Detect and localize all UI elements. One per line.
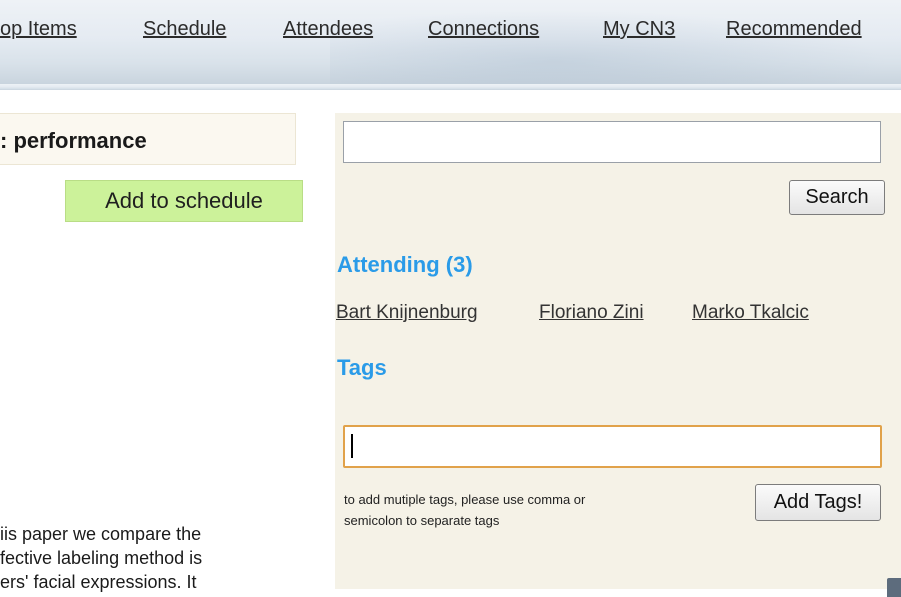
- tags-hint-line: to add mutiple tags, please use comma or: [344, 492, 586, 507]
- paper-title: : performance: [0, 128, 147, 153]
- page: op Items Schedule Attendees Connections …: [0, 0, 901, 597]
- nav-link-attendees[interactable]: Attendees: [283, 18, 373, 41]
- abstract-line: ers' facial expressions. It: [0, 572, 197, 592]
- search-button[interactable]: Search: [789, 180, 885, 215]
- attendee-link[interactable]: Marko Tkalcic: [692, 302, 809, 324]
- nav-divider: [0, 84, 901, 90]
- nav-link-recommended[interactable]: Recommended: [726, 18, 862, 41]
- scrollbar-thumb[interactable]: [887, 578, 901, 597]
- abstract-line: iis paper we compare the: [0, 524, 202, 544]
- nav-link-my-cn3[interactable]: My CN3: [603, 18, 675, 41]
- text-caret: [351, 434, 353, 458]
- tags-heading: Tags: [337, 355, 387, 380]
- attending-heading: Attending (3): [337, 252, 473, 277]
- add-to-schedule-button[interactable]: Add to schedule: [65, 180, 303, 222]
- add-tags-button[interactable]: Add Tags!: [755, 484, 881, 521]
- tags-hint-line: semicolon to separate tags: [344, 513, 500, 528]
- tags-hint: to add mutiple tags, please use comma or…: [344, 489, 585, 531]
- attendee-link[interactable]: Floriano Zini: [539, 302, 644, 324]
- nav-link-top-items[interactable]: op Items: [0, 18, 77, 41]
- tags-input[interactable]: [343, 425, 882, 468]
- abstract-line: fective labeling method is: [0, 548, 203, 568]
- paper-abstract: iis paper we compare the fective labelin…: [0, 522, 300, 594]
- top-navigation: [0, 0, 901, 84]
- search-input[interactable]: [343, 121, 881, 163]
- nav-link-schedule[interactable]: Schedule: [143, 18, 226, 41]
- attendee-link[interactable]: Bart Knijnenburg: [336, 302, 478, 324]
- nav-link-connections[interactable]: Connections: [428, 18, 539, 41]
